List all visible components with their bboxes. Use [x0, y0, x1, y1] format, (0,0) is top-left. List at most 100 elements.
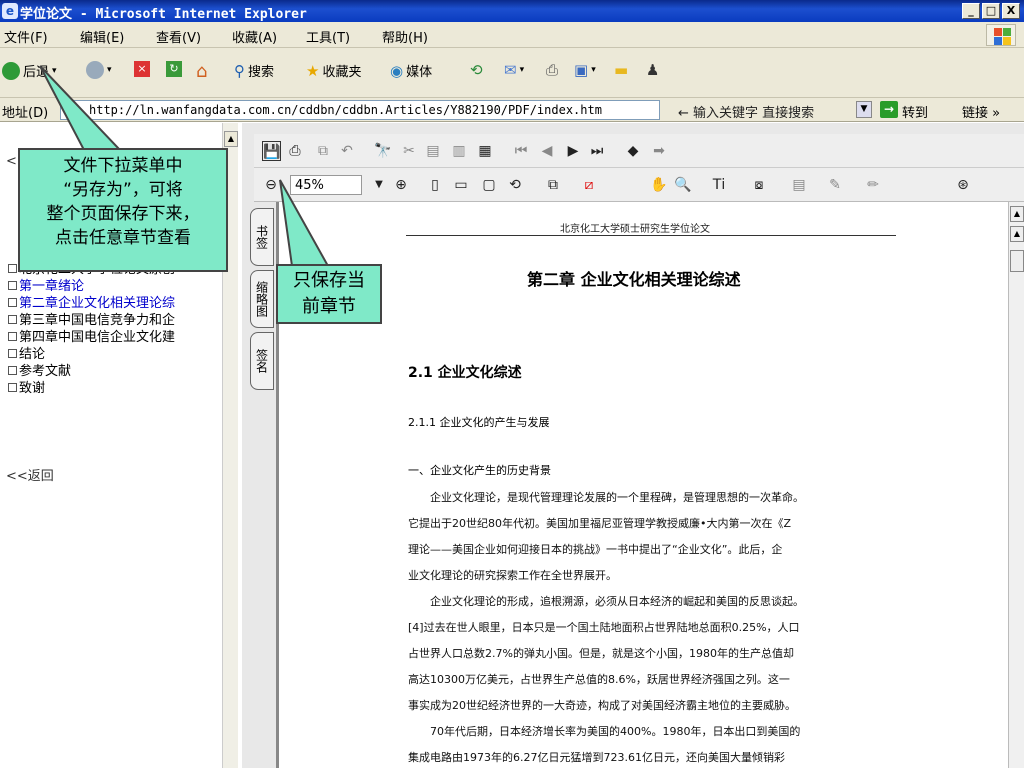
- back-view-icon[interactable]: ◆: [624, 141, 642, 161]
- minimize-button[interactable]: _: [962, 3, 980, 19]
- close-button[interactable]: X: [1002, 3, 1020, 19]
- go-button[interactable]: 转到: [902, 102, 928, 121]
- favorites-button[interactable]: ★ 收藏夹: [306, 61, 361, 81]
- menu-tools[interactable]: 工具(T): [306, 27, 350, 46]
- window-title: 学位论文 - Microsoft Internet Explorer: [20, 7, 307, 22]
- zoom-input[interactable]: 45%: [290, 175, 362, 195]
- chapter-link[interactable]: 第一章绪论: [8, 275, 222, 292]
- zoom-tool-icon[interactable]: 🔍: [674, 175, 692, 195]
- forward-view-icon[interactable]: ➡: [650, 141, 668, 161]
- text-line: 高达10300万亿美元，占世界生产总值的8.6%，跃居世界经济强国之列。这一: [408, 673, 790, 686]
- scroll-up-arrow-2[interactable]: ▲: [1010, 226, 1024, 242]
- folder-button[interactable]: ▬: [614, 61, 628, 79]
- menu-view[interactable]: 查看(V): [156, 27, 201, 46]
- forward-arrow-icon: [86, 61, 104, 79]
- zoom-dropdown-icon[interactable]: ▼: [370, 175, 388, 195]
- chapter-link[interactable]: 参考文献: [8, 360, 222, 377]
- chapter-title: 第二章 企业文化相关理论综述: [527, 270, 741, 289]
- find-icon[interactable]: 🔭: [374, 141, 392, 161]
- pdf-scrollbar[interactable]: ▲ ▲: [1008, 202, 1024, 768]
- save-icon[interactable]: 💾: [262, 141, 282, 161]
- pencil-icon[interactable]: ✎: [826, 175, 844, 195]
- checkbox-icon: [8, 264, 17, 273]
- panel-toggle-icon[interactable]: ▦: [476, 141, 494, 161]
- prev-page-icon[interactable]: ◀: [538, 141, 556, 161]
- layout-icon[interactable]: ⧉: [544, 175, 562, 195]
- search-dropdown[interactable]: ▼: [856, 101, 872, 118]
- history-icon: ⟲: [470, 61, 483, 79]
- back-button[interactable]: 后退 ▾: [2, 61, 57, 80]
- forward-button[interactable]: ▾: [86, 61, 112, 79]
- pdf-icon[interactable]: ⧄: [580, 175, 598, 195]
- chapter-link[interactable]: 结论: [8, 343, 222, 360]
- zoom-out-icon[interactable]: ⊖: [262, 175, 280, 195]
- extra-tools-icon[interactable]: ⊛: [954, 175, 972, 195]
- tools-icon[interactable]: ✂: [400, 141, 418, 161]
- print-button[interactable]: ⎙: [546, 61, 558, 79]
- search-label: 搜索: [248, 65, 275, 80]
- edit-icon: ▣: [574, 61, 589, 79]
- media-button[interactable]: ◉ 媒体: [390, 61, 432, 81]
- undo-icon[interactable]: ↶: [338, 141, 356, 161]
- text-line: 业文化理论的研究探索工作在全世界展开。: [408, 569, 617, 582]
- last-page-icon[interactable]: ⏭: [588, 141, 606, 161]
- scroll-up-arrow[interactable]: ▲: [1010, 206, 1024, 222]
- text-line: 事实成为20世纪经济世界的一大奇迹，构成了对美国经济霸主地位的主要威胁。: [408, 699, 796, 712]
- search-hint[interactable]: ← 输入关键字 直接搜索: [678, 102, 814, 121]
- address-input[interactable]: http://ln.wanfangdata.com.cn/cddbn/cddbn…: [60, 100, 660, 120]
- stop-button[interactable]: ×: [134, 61, 150, 77]
- messenger-button[interactable]: ♟: [646, 61, 659, 79]
- rotate-icon[interactable]: ⟲: [506, 175, 524, 195]
- pdf-toolbar-bottom: ⊖ ▼ ⊕ ▯ ▭ ▢ ⟲ ⧉ ⧄ ✋ 🔍 Tⅰ ⧇ ▤ ✎ ✏ ⊛: [254, 168, 1024, 202]
- home-button[interactable]: ⌂: [196, 61, 207, 82]
- refresh-button[interactable]: ↻: [166, 61, 182, 77]
- chapter-link[interactable]: 第三章中国电信竞争力和企: [8, 309, 222, 326]
- chapter-list: 北京化工大学学位论文原创第一章绪论第二章企业文化相关理论综第三章中国电信竞争力和…: [8, 258, 222, 394]
- go-arrow-icon[interactable]: →: [880, 101, 898, 118]
- links-button[interactable]: 链接 »: [962, 102, 1000, 121]
- menu-edit[interactable]: 编辑(E): [80, 27, 124, 46]
- history-button[interactable]: ⟲: [470, 61, 483, 79]
- page-prev-doc-icon[interactable]: ▤: [424, 141, 442, 161]
- page-next-doc-icon[interactable]: ▥: [450, 141, 468, 161]
- edit-button[interactable]: ▣ ▾: [574, 61, 596, 79]
- checkbox-icon: [8, 298, 17, 307]
- note-icon[interactable]: ▤: [790, 175, 808, 195]
- chapter-link[interactable]: 第二章企业文化相关理论综: [8, 292, 222, 309]
- stop-icon: ×: [134, 61, 150, 77]
- menu-help[interactable]: 帮助(H): [382, 27, 428, 46]
- maximize-button[interactable]: □: [982, 3, 1000, 19]
- nav-back-link[interactable]: <<返回: [6, 465, 54, 484]
- chapter-link[interactable]: 致谢: [8, 377, 222, 394]
- text-line: [4]过去在世人眼里，日本只是一个国土陆地面积占世界陆地总面积0.25%，人口: [408, 621, 800, 634]
- fit-page-icon[interactable]: ▭: [452, 175, 470, 195]
- actual-size-icon[interactable]: ▯: [426, 175, 444, 195]
- copy-icon[interactable]: ⧉: [314, 141, 332, 161]
- hand-tool-icon[interactable]: ✋: [650, 175, 668, 195]
- checkbox-icon: [8, 315, 17, 324]
- tab-signatures[interactable]: 签名: [250, 332, 274, 390]
- highlighter-icon[interactable]: ✏: [864, 175, 882, 195]
- next-page-icon[interactable]: ▶: [564, 141, 582, 161]
- zoom-in-icon[interactable]: ⊕: [392, 175, 410, 195]
- menu-favorites[interactable]: 收藏(A): [232, 27, 277, 46]
- menu-file[interactable]: 文件(F): [4, 27, 48, 46]
- first-page-icon[interactable]: ⏮: [512, 141, 530, 161]
- chapter-link[interactable]: 第四章中国电信企业文化建: [8, 326, 222, 343]
- scroll-up-arrow[interactable]: ▲: [224, 131, 238, 147]
- print-icon: ⎙: [546, 61, 559, 79]
- back-arrow-icon: [2, 61, 20, 80]
- search-button[interactable]: ⚲ 搜索: [234, 61, 275, 81]
- tab-thumbnails[interactable]: 缩略图: [250, 270, 274, 328]
- text-line: 企业文化理论，是现代管理理论发展的一个里程碑，是管理思想的一次革命。: [430, 491, 804, 504]
- fit-width-icon[interactable]: ▢: [480, 175, 498, 195]
- text-select-icon[interactable]: Tⅰ: [710, 175, 728, 195]
- tab-bookmarks[interactable]: 书签: [250, 208, 274, 266]
- print-icon[interactable]: ⎙: [286, 141, 304, 161]
- text-line: 理论——美国企业如何迎接日本的挑战》一书中提出了“企业文化”。此后，企: [408, 543, 783, 556]
- mail-button[interactable]: ✉ ▾: [504, 61, 524, 79]
- snapshot-icon[interactable]: ⧇: [750, 175, 768, 195]
- doc-running-header: 北京化工大学硕士研究生学位论文: [560, 224, 710, 235]
- text-line: 集成电路由1973年的6.27亿日元猛增到723.61亿日元，还向美国大量倾销彩: [408, 751, 785, 764]
- scroll-thumb[interactable]: [1010, 250, 1024, 272]
